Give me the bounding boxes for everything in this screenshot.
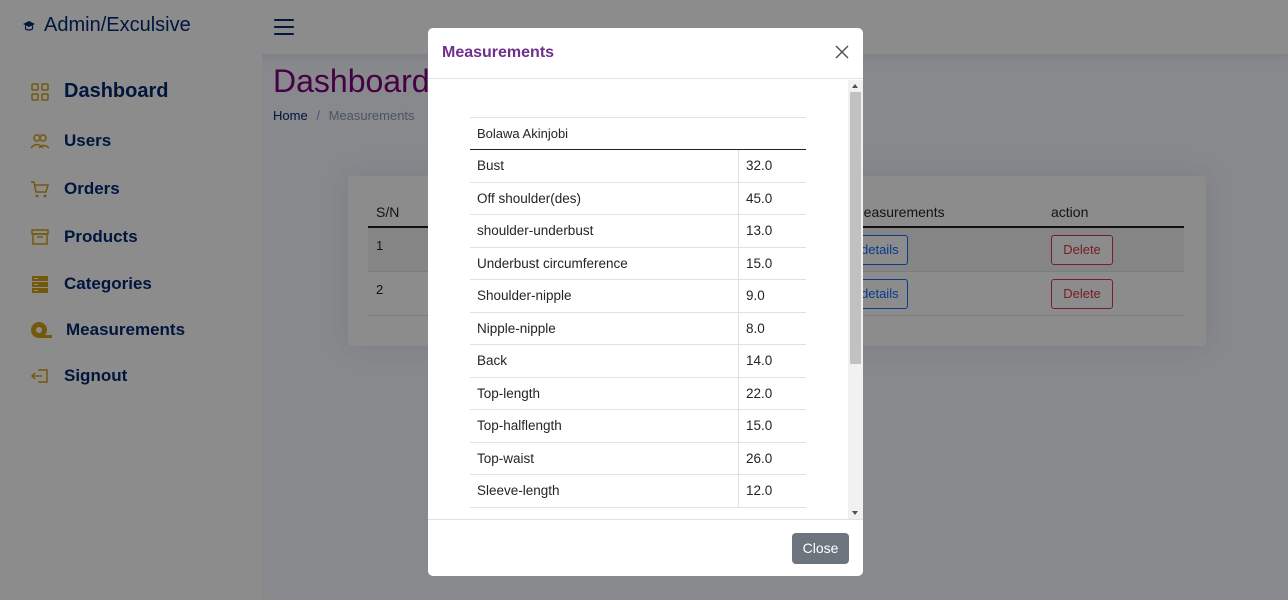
measurement-row: Off shoulder(des) 45.0 — [470, 182, 806, 215]
measurement-value: 22.0 — [746, 385, 773, 401]
measurement-value: 15.0 — [746, 418, 773, 433]
scroll-thumb[interactable] — [850, 92, 861, 364]
modal-body[interactable]: Bolawa Akinjobi Bust 32.0 Off shoulder(des… — [428, 80, 863, 520]
measurements-table: Bolawa Akinjobi Bust 32.0 Off shoulder(des… — [470, 117, 806, 508]
measurement-value: 9.0 — [746, 288, 765, 303]
measurement-label: Underbust circumference — [470, 247, 739, 279]
measurement-label: Nipple-nipple — [470, 312, 739, 344]
measurement-label: Shoulder-nipple — [470, 280, 739, 312]
measurement-value: 12.0 — [746, 483, 773, 498]
measurement-row: Top-waist 26.0 — [470, 442, 806, 475]
close-icon[interactable] — [832, 42, 852, 62]
measurement-row: Top-length 22.0 — [470, 377, 806, 410]
measurement-row: Underbust circumference 15.0 — [470, 247, 806, 280]
measurement-value: 14.0 — [746, 353, 773, 368]
measurement-value: 32.0 — [746, 158, 773, 173]
measurement-label: Bust — [470, 150, 739, 182]
measurement-label: Top-halflength — [470, 410, 739, 442]
modal-title: Measurements — [442, 44, 555, 61]
measurement-label: Off shoulder(des) — [470, 182, 739, 214]
measurement-value: 8.0 — [746, 320, 765, 336]
measurement-row: Bust 32.0 — [470, 150, 806, 183]
customer-name: Bolawa Akinjobi — [470, 117, 806, 150]
measurement-value: 26.0 — [746, 450, 773, 466]
measurement-value: 13.0 — [746, 223, 773, 238]
close-button[interactable]: Close — [792, 533, 849, 564]
measurement-value: 15.0 — [746, 255, 773, 271]
measurement-row: Shoulder-nipple 9.0 — [470, 280, 806, 313]
measurement-value: 45.0 — [746, 190, 773, 206]
modal-header: Measurements — [428, 28, 863, 79]
scroll-down-arrow[interactable] — [852, 511, 858, 515]
measurement-row: Nipple-nipple 8.0 — [470, 312, 806, 345]
measurement-row: Sleeve-length 12.0 — [470, 475, 806, 508]
measurement-label: Top-length — [470, 377, 739, 409]
measurement-label: Sleeve-length — [470, 475, 739, 507]
scroll-up-arrow[interactable] — [852, 84, 858, 88]
measurement-label: Top-waist — [470, 442, 739, 474]
measurement-label: shoulder-underbust — [470, 215, 739, 247]
modal-scrollbar[interactable] — [848, 80, 863, 520]
measurements-modal: Measurements Bolawa Akinjobi Bust 32.0 Off… — [428, 28, 863, 576]
measurement-label: Back — [470, 345, 739, 377]
measurement-row: Top-halflength 15.0 — [470, 410, 806, 443]
modal-footer: Close — [428, 519, 863, 576]
measurement-row: shoulder-underbust 13.0 — [470, 215, 806, 248]
measurement-row: Back 14.0 — [470, 345, 806, 378]
